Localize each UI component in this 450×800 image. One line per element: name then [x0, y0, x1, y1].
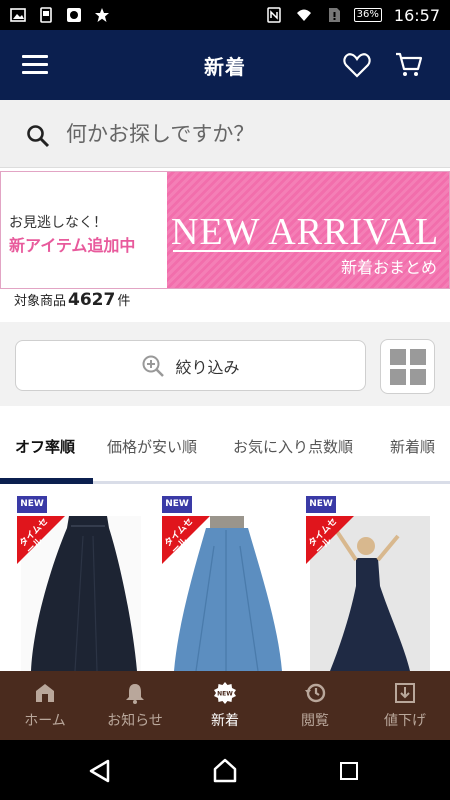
new-arrival-banner[interactable]: お見逃しなく！ 新アイテム追加中 NEW ARRIVAL 新着おまとめ: [0, 171, 450, 289]
home-icon[interactable]: [212, 758, 238, 784]
tab-newest[interactable]: 新着順: [390, 436, 435, 457]
banner-headline: 新アイテム追加中: [9, 236, 136, 255]
banner-title: NEW ARRIVAL: [171, 211, 440, 253]
back-icon[interactable]: [88, 759, 110, 783]
result-count-suffix: 件: [117, 294, 131, 309]
star-icon: [95, 8, 109, 22]
recent-apps-icon[interactable]: [340, 762, 358, 780]
wifi-icon: [296, 9, 311, 21]
tab-discount-rate[interactable]: オフ率順: [15, 436, 75, 457]
product-card[interactable]: NEW タイムセール: [162, 496, 292, 671]
nav-notifications[interactable]: お知らせ: [90, 671, 180, 740]
filter-label: 絞り込み: [175, 357, 240, 377]
product-card[interactable]: NEW タイムセール: [306, 496, 436, 671]
new-badge-icon: NEW: [214, 681, 236, 704]
nav-new-arrivals-label: 新着: [211, 712, 239, 729]
banner-left-panel: お見逃しなく！ 新アイテム追加中: [1, 172, 167, 288]
grid-icon: [390, 349, 426, 385]
new-badge: NEW: [17, 496, 47, 513]
tab-favorites[interactable]: お気に入り点数順: [233, 436, 353, 457]
menu-icon[interactable]: [22, 55, 48, 75]
page-title: 新着: [204, 54, 246, 79]
banner-small-text: お見逃しなく！: [9, 215, 107, 231]
nfc-icon: [266, 7, 281, 23]
nav-price-down-label: 値下げ: [384, 712, 426, 729]
search-bar: [0, 100, 450, 168]
search-input[interactable]: [66, 117, 426, 151]
app-header: 新着: [0, 30, 450, 100]
nav-home[interactable]: ホーム: [0, 671, 90, 740]
banner-subtitle: 新着おまとめ: [340, 258, 437, 277]
tab-price-low[interactable]: 価格が安い順: [107, 436, 197, 457]
filter-area: 絞り込み: [0, 322, 450, 406]
price-down-icon: [395, 682, 415, 703]
bottom-navigation: ホーム お知らせ NEW 新着 閲覧 値下げ: [0, 671, 450, 740]
active-tab-indicator: [0, 478, 93, 484]
search-icon: [27, 125, 50, 148]
battery-indicator: 36%: [353, 8, 382, 22]
nav-history[interactable]: 閲覧: [270, 671, 360, 740]
result-count-number: 4627: [68, 290, 116, 310]
product-card[interactable]: NEW タイムセール: [17, 496, 147, 671]
new-badge-icon-text: NEW: [217, 690, 233, 697]
result-count: 対象商品 4627 件: [14, 290, 130, 310]
new-badge: NEW: [306, 496, 336, 513]
heart-icon[interactable]: [343, 52, 371, 78]
no-sim-icon: [328, 8, 340, 22]
nav-notifications-label: お知らせ: [107, 712, 163, 729]
new-badge: NEW: [162, 496, 192, 513]
sort-tabs: オフ率順 価格が安い順 お気に入り点数順 新着順: [0, 406, 450, 484]
system-navigation: [0, 740, 450, 800]
nav-new-arrivals[interactable]: NEW 新着: [180, 671, 270, 740]
clock: 16:57: [393, 5, 440, 25]
nav-history-label: 閲覧: [301, 712, 329, 729]
bell-icon: [126, 683, 144, 704]
result-count-prefix: 対象商品: [14, 294, 67, 309]
nav-home-label: ホーム: [24, 712, 66, 729]
house-icon: [36, 683, 54, 702]
cart-icon[interactable]: [395, 50, 423, 78]
history-icon: [305, 683, 326, 702]
app-icon: [67, 8, 81, 22]
zoom-plus-icon: [142, 355, 165, 377]
image-icon: [10, 8, 26, 22]
phone-icon: [40, 7, 52, 23]
nav-price-down[interactable]: 値下げ: [360, 671, 450, 740]
status-bar: 36% 16:57: [0, 0, 450, 30]
filter-button[interactable]: 絞り込み: [15, 340, 366, 391]
grid-view-button[interactable]: [380, 339, 435, 394]
